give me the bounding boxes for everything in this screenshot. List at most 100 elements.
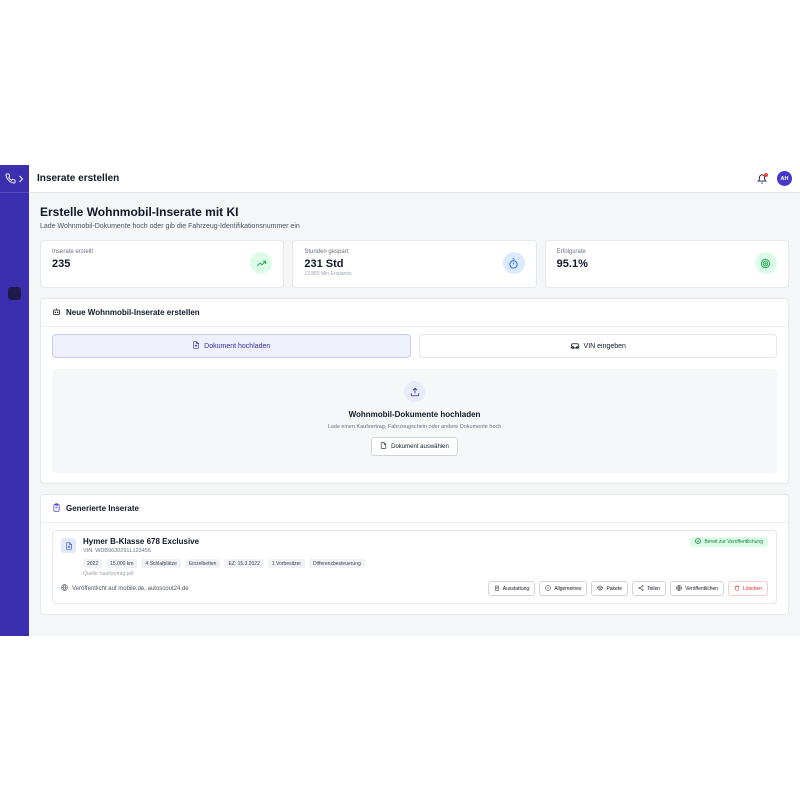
trash-icon xyxy=(734,585,740,593)
generated-listings-card: Generierte Inserate Hymer B-Klasse 678 E… xyxy=(40,494,789,615)
button-label: Teilen xyxy=(647,585,661,592)
create-listing-card: Neue Wohnmobil-Inserate erstellen Dokume… xyxy=(40,298,789,484)
notification-bell-icon[interactable] xyxy=(756,172,768,185)
listing-source: Quelle: kaufvertrag.pdf xyxy=(83,571,134,577)
app-window: Inserate erstellen AH Erstelle Wohnmobil… xyxy=(0,165,800,636)
document-icon xyxy=(61,538,76,553)
button-label: Ausstattung xyxy=(502,585,530,592)
sidebar-item[interactable] xyxy=(8,245,21,258)
phone-icon[interactable] xyxy=(5,173,16,184)
target-icon xyxy=(754,252,777,274)
listing-title: Hymer B-Klasse 678 Exclusive xyxy=(83,537,200,546)
listing-info: Hymer B-Klasse 678 Exclusive VIN: WDB963… xyxy=(83,537,199,554)
publish-button[interactable]: Veröffentlichen xyxy=(670,581,725,596)
sidebar-item[interactable] xyxy=(8,266,21,279)
tag: EZ: 15.3.2022 xyxy=(224,559,264,568)
car-icon xyxy=(570,341,580,351)
topbar: Inserate erstellen AH xyxy=(29,165,800,193)
listing-footer: Veröffentlicht auf mobile.de, autoscout2… xyxy=(61,581,768,596)
main: Erstelle Wohnmobil-Inserate mit KI Lade … xyxy=(29,193,800,625)
tab-label: VIN eingeben xyxy=(583,342,626,350)
stat-label: Stunden gespart xyxy=(304,249,349,255)
package-icon xyxy=(597,584,603,593)
tab-upload-document[interactable]: Dokument hochladen xyxy=(52,334,411,358)
equipment-button[interactable]: Ausstattung xyxy=(487,581,536,596)
trending-up-icon xyxy=(250,252,273,274)
topbar-actions: AH xyxy=(756,171,792,186)
tag: Einzelbetten xyxy=(184,559,221,568)
listing-vin: VIN: WDB9630291L123456 xyxy=(83,548,151,554)
stat-label: Inserate erstellt xyxy=(52,249,94,255)
info-circle-icon xyxy=(545,584,551,593)
stat-card-hours: Stunden gespart 231 Std 13.865 Min Erspa… xyxy=(292,240,537,288)
status-badge: Bereit zur Veröffentlichung xyxy=(690,537,768,547)
button-label: Löschen xyxy=(743,585,762,592)
content-area: Inserate erstellen AH Erstelle Wohnmobil… xyxy=(29,165,800,636)
button-label: Pakete xyxy=(606,585,623,592)
stat-value: 95.1% xyxy=(556,258,588,270)
published-text: Veröffentlicht auf mobile.de, autoscout2… xyxy=(72,585,189,592)
tag: Differenzbesteuerung xyxy=(309,559,365,568)
stat-card-listings: Inserate erstellt 235 xyxy=(40,240,285,288)
delete-button[interactable]: Löschen xyxy=(728,581,768,596)
globe-icon xyxy=(61,584,68,593)
share-button[interactable]: Teilen xyxy=(632,581,667,596)
upload-icon xyxy=(404,381,425,402)
select-document-button[interactable]: Dokument auswählen xyxy=(371,437,458,456)
stat-card-success: Erfolgsrate 95.1% xyxy=(544,240,789,288)
general-button[interactable]: Allgemeines xyxy=(539,581,588,596)
select-button-label: Dokument auswählen xyxy=(391,443,449,450)
upload-dropzone[interactable]: Wohnmobil-Dokumente hochladen Lade einen… xyxy=(52,369,777,473)
button-label: Allgemeines xyxy=(554,585,582,592)
page-title: Erstelle Wohnmobil-Inserate mit KI xyxy=(40,205,239,219)
stat-value: 235 xyxy=(52,258,71,270)
dropzone-title: Wohnmobil-Dokumente hochladen xyxy=(348,410,481,419)
input-mode-tabs: Dokument hochladen VIN eingeben xyxy=(52,334,777,358)
clipboard-icon xyxy=(52,503,61,514)
globe-icon xyxy=(676,584,682,593)
clipboard-list-icon xyxy=(494,585,500,593)
card-title: Generierte Inserate xyxy=(66,504,139,513)
dropzone-subtitle: Lade einen Kaufvertrag, Fahrzeugschein o… xyxy=(327,424,502,430)
share-icon xyxy=(638,584,644,593)
chevron-right-icon[interactable] xyxy=(18,175,24,183)
sidebar-item[interactable] xyxy=(8,308,21,321)
card-header: Generierte Inserate xyxy=(41,495,788,523)
sidebar-nav xyxy=(8,193,21,384)
stat-label: Erfolgsrate xyxy=(556,249,586,255)
notification-dot xyxy=(764,172,768,177)
tag: 2022 xyxy=(83,559,103,568)
sidebar-item[interactable] xyxy=(8,203,21,216)
topbar-title: Inserate erstellen xyxy=(37,173,120,184)
listing-header: Hymer B-Klasse 678 Exclusive VIN: WDB963… xyxy=(61,537,768,554)
sidebar-header xyxy=(0,165,29,193)
stat-note: 13.865 Min Ersparnis xyxy=(304,271,352,277)
published-info: Veröffentlicht auf mobile.de, autoscout2… xyxy=(61,584,189,593)
card-header: Neue Wohnmobil-Inserate erstellen xyxy=(41,299,788,327)
sidebar xyxy=(0,165,29,636)
status-text: Bereit zur Veröffentlichung xyxy=(704,539,763,545)
packages-button[interactable]: Pakete xyxy=(591,581,629,596)
tag: 4 Schlafplätze xyxy=(141,559,181,568)
sidebar-item-active[interactable] xyxy=(8,287,21,300)
card-body: Hymer B-Klasse 678 Exclusive VIN: WDB963… xyxy=(41,523,788,614)
sidebar-item[interactable] xyxy=(8,329,21,342)
stats-row: Inserate erstellt 235 Stunden gespart 23… xyxy=(40,240,789,288)
page-subtitle: Lade Wohnmobil-Dokumente hoch oder gib d… xyxy=(40,223,300,230)
stat-value: 231 Std xyxy=(304,258,344,270)
tag: 15.000 km xyxy=(106,559,138,568)
timer-icon xyxy=(502,252,525,274)
listing-item[interactable]: Hymer B-Klasse 678 Exclusive VIN: WDB963… xyxy=(52,530,777,604)
file-upload-icon xyxy=(192,341,200,351)
tab-enter-vin[interactable]: VIN eingeben xyxy=(418,334,777,358)
card-body: Dokument hochladen VIN eingeben Wohnmobi… xyxy=(41,327,788,483)
file-icon xyxy=(380,442,387,451)
check-circle-icon xyxy=(695,538,702,546)
sidebar-item[interactable] xyxy=(8,224,21,237)
listing-actions: Ausstattung Allgemeines Pakete Teilen Ve… xyxy=(487,581,768,596)
avatar[interactable]: AH xyxy=(777,171,792,186)
sidebar-item[interactable] xyxy=(8,350,21,363)
card-title: Neue Wohnmobil-Inserate erstellen xyxy=(66,308,200,317)
sidebar-item[interactable] xyxy=(8,371,21,384)
bot-icon xyxy=(52,307,61,318)
